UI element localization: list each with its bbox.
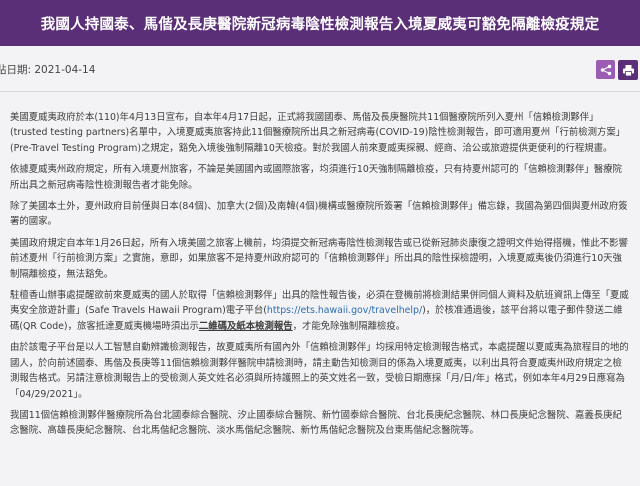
article-body: 美國夏威夷政府於本(110)年4月13日宣布，自本年4月17日起，正式將我國國泰… [10, 110, 630, 445]
title-bar: 我國人持國泰、馬偕及長庚醫院新冠病毒陰性檢測報告入境夏威夷可豁免隔離檢疫規定 [0, 0, 640, 46]
paragraph-5-text-c: ，才能免除強制隔離檢疫。 [292, 320, 406, 332]
paragraph-5: 駐檀香山辦事處提醒欲前來夏威夷的國人於取得「信賴檢測夥伴」出具的陰性報告後，必須… [10, 288, 630, 334]
printer-icon [622, 64, 634, 76]
print-button[interactable] [618, 60, 638, 80]
divider [0, 91, 640, 92]
qr-code-requirement: 二維碼及紙本檢測報告 [198, 320, 293, 332]
post-date: 貼日期: 2021-04-14 [0, 64, 96, 76]
share-button[interactable] [596, 60, 615, 79]
meta-row: 貼日期: 2021-04-14 [0, 56, 640, 86]
paragraph-4: 美國政府規定自本年1月26日起，所有入境美國之旅客上機前，均須提交新冠病毒陰性檢… [10, 237, 628, 280]
paragraph-3: 除了美國本土外，夏州政府目前僅與日本(84個)、加拿大(2個)及南韓(4個)機構… [10, 201, 628, 228]
share-icon [600, 64, 611, 75]
travelhelp-link[interactable]: https://ets.hawaii.gov/travelhelp/ [267, 305, 422, 316]
page-title: 我國人持國泰、馬偕及長庚醫院新冠病毒陰性檢測報告入境夏威夷可豁免隔離檢疫規定 [40, 16, 600, 33]
paragraph-2: 依據夏威夷州政府規定，所有入境夏州旅客，不論是美國國內或國際旅客，均須進行10天… [10, 164, 622, 191]
paragraph-1: 美國夏威夷政府於本(110)年4月13日宣布，自本年4月17日起，正式將我國國泰… [10, 112, 626, 154]
paragraph-6: 由於該電子平台是以人工智慧自動辨識檢測報告，故夏威夷所有國內外「信賴檢測夥伴」均… [10, 342, 629, 400]
paragraph-7: 我國11個信賴檢測夥伴醫療院所為台北國泰綜合醫院、汐止國泰綜合醫院、新竹國泰綜合… [10, 409, 622, 437]
